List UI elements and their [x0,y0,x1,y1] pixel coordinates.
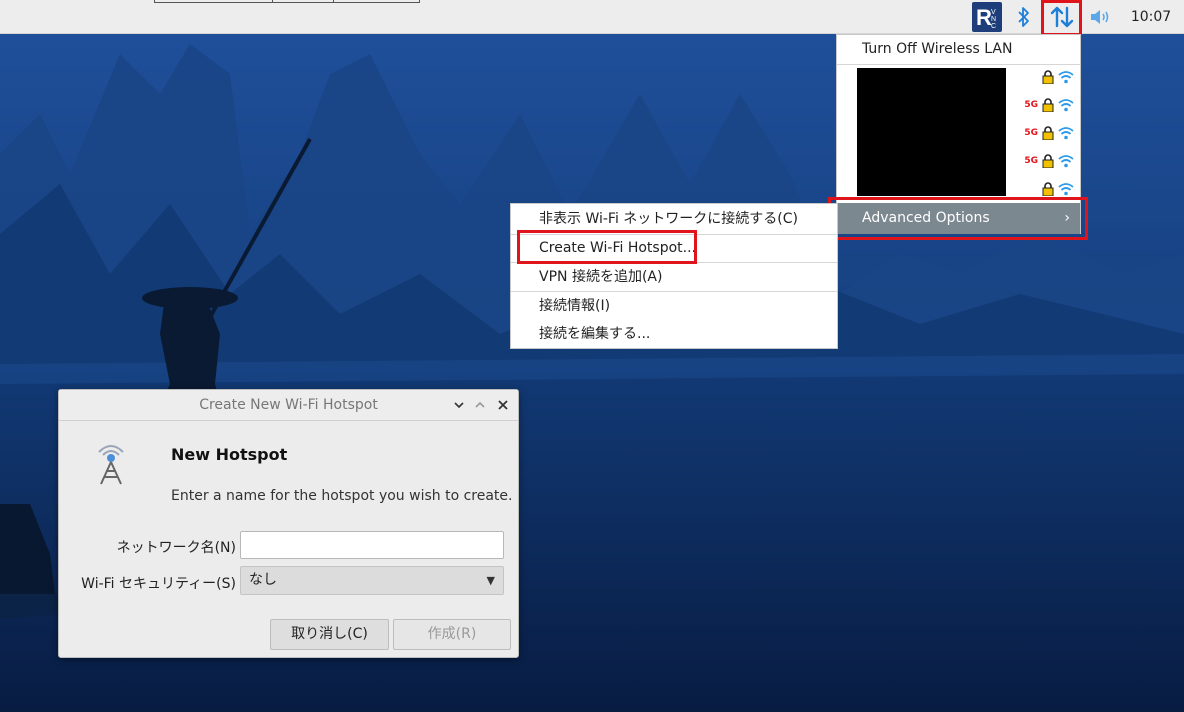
network-names-redacted [857,68,1006,196]
security-label: Wi-Fi セキュリティー(S) [81,576,236,592]
network-row[interactable]: 5G [1024,93,1074,117]
wifi-menu: Turn Off Wireless LAN 5G 5G 5G Advanced … [836,34,1081,234]
network-name-label: ネットワーク名(N) [116,540,236,556]
create-button[interactable]: 作成(R) [393,619,511,650]
wifi-signal-icon [1058,99,1074,112]
vnc-icon[interactable]: R V N C [970,0,1004,34]
lock-icon [1042,126,1054,140]
connect-hidden-wifi-item[interactable]: 非表示 Wi-Fi ネットワークに接続する(C) [511,205,837,233]
svg-text:V: V [991,9,996,16]
security-select[interactable]: なし ▼ [240,566,504,595]
advanced-options-label: Advanced Options [862,210,990,226]
lock-icon [1042,182,1054,196]
network-row[interactable]: 5G [1024,121,1074,145]
taskbar: R V N C 10:07 [0,0,1184,36]
wifi-signal-icon [1058,71,1074,84]
lock-icon [1042,70,1054,84]
turn-off-wireless-item[interactable]: Turn Off Wireless LAN [837,35,1080,63]
dialog-titlebar[interactable]: Create New Wi-Fi Hotspot [59,390,518,421]
create-hotspot-item[interactable]: Create Wi-Fi Hotspot... [511,234,837,262]
advanced-options-submenu: 非表示 Wi-Fi ネットワークに接続する(C) Create Wi-Fi Ho… [510,203,838,349]
minimize-icon[interactable] [450,396,468,414]
network-arrows-icon[interactable] [1042,0,1082,34]
dropdown-caret-icon: ▼ [486,574,495,587]
svg-text:R: R [976,5,992,30]
add-vpn-item[interactable]: VPN 接続を追加(A) [511,263,837,291]
wifi-signal-icon [1058,155,1074,168]
dialog-heading: New Hotspot [171,445,288,464]
lock-icon [1042,154,1054,168]
connection-info-item[interactable]: 接続情報(I) [511,292,837,320]
network-name-input[interactable] [240,531,504,559]
cancel-button[interactable]: 取り消し(C) [270,619,389,650]
maximize-icon[interactable] [471,396,489,414]
svg-text:C: C [991,23,996,30]
dialog-message: Enter a name for the hotspot you wish to… [171,488,513,504]
create-hotspot-dialog: Create New Wi-Fi Hotspot New Hotspot Ent… [58,389,519,658]
bluetooth-icon[interactable] [1012,0,1036,34]
volume-icon[interactable] [1086,0,1116,34]
network-row[interactable]: 5G [1024,149,1074,173]
close-icon[interactable] [494,396,512,414]
network-row[interactable] [1024,177,1074,201]
taskbar-window-tabs[interactable] [154,0,420,3]
security-select-value: なし [249,572,277,588]
svg-text:N: N [991,16,996,23]
edit-connections-item[interactable]: 接続を編集する... [511,320,837,348]
advanced-options-item[interactable]: Advanced Options › [837,203,1080,234]
wifi-signal-icon [1058,127,1074,140]
hotspot-tower-icon [89,440,133,486]
clock[interactable]: 10:07 [1124,0,1178,34]
chevron-right-icon: › [1064,210,1070,226]
lock-icon [1042,98,1054,112]
wifi-signal-icon [1058,183,1074,196]
network-row[interactable] [1024,65,1074,89]
